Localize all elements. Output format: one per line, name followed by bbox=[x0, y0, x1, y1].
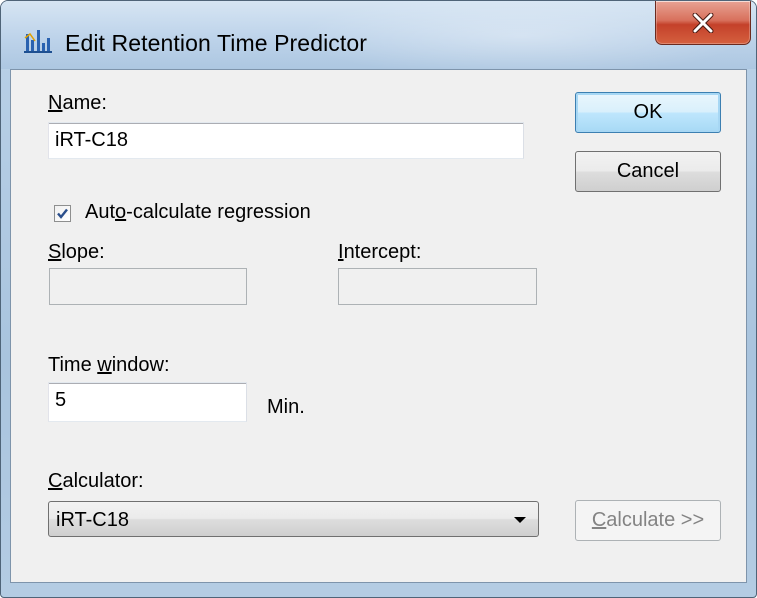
time-window-label: Time window: bbox=[48, 354, 170, 376]
name-input[interactable]: iRT-C18 bbox=[48, 122, 524, 159]
close-icon bbox=[692, 12, 714, 33]
chevron-down-icon[interactable] bbox=[514, 517, 526, 523]
calculator-label: Calculator: bbox=[48, 470, 144, 492]
auto-calculate-label[interactable]: Auto-calculate regression bbox=[85, 201, 311, 224]
dialog-client-area: Name: iRT-C18 OK Cancel Auto-calculate r… bbox=[10, 69, 747, 583]
time-window-unit: Min. bbox=[267, 396, 305, 418]
auto-calculate-checkbox[interactable] bbox=[54, 205, 71, 222]
ok-button[interactable]: OK bbox=[575, 92, 721, 133]
close-button[interactable] bbox=[655, 1, 751, 45]
time-window-input[interactable]: 5 bbox=[48, 382, 247, 422]
checkmark-icon bbox=[57, 208, 68, 219]
slope-label: Slope: bbox=[48, 241, 105, 263]
calculator-selected-value: iRT-C18 bbox=[56, 509, 129, 531]
chart-bars-icon bbox=[24, 30, 52, 53]
cancel-button[interactable]: Cancel bbox=[575, 151, 721, 192]
name-label: Name: bbox=[48, 92, 107, 114]
slope-input[interactable] bbox=[49, 268, 247, 305]
window-title: Edit Retention Time Predictor bbox=[65, 30, 368, 56]
intercept-label: Intercept: bbox=[338, 241, 422, 263]
intercept-input[interactable] bbox=[338, 268, 537, 305]
calculator-select[interactable]: iRT-C18 bbox=[48, 501, 539, 537]
calculate-button: Calculate >> bbox=[575, 500, 721, 541]
dialog-window: Edit Retention Time Predictor Name: iRT-… bbox=[0, 0, 757, 598]
title-bar[interactable]: Edit Retention Time Predictor bbox=[1, 1, 756, 69]
